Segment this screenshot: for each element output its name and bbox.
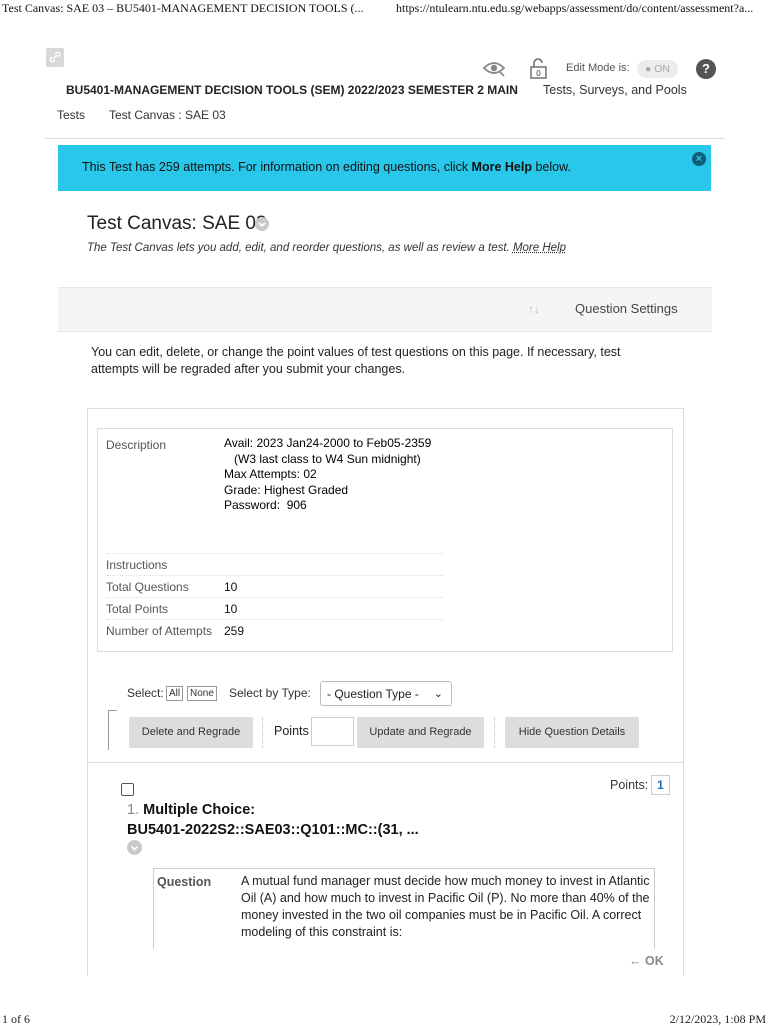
divider [107, 619, 443, 620]
subtitle-more-help-link[interactable]: More Help [513, 242, 566, 254]
info-banner-text: This Test has 259 attempts. For informat… [82, 160, 571, 174]
chain-link-icon[interactable] [46, 48, 64, 67]
points-input[interactable] [311, 717, 354, 746]
select-by-type-label: Select by Type: [229, 686, 311, 700]
select-none-button[interactable]: None [187, 686, 217, 701]
print-header-url: https://ntulearn.ntu.edu.sg/webapps/asse… [396, 1, 754, 15]
intro-text: You can edit, delete, or change the poin… [91, 345, 621, 376]
question-code: BU5401-2022S2::SAE03::Q101::MC::(31, ... [127, 822, 419, 838]
print-header-title: Test Canvas: SAE 03 – BU5401-MANAGEMENT … [2, 1, 364, 15]
description-text: Avail: 2023 Jan24-2000 to Feb05-2359 (W3… [224, 436, 432, 512]
question-type-select[interactable]: - Question Type - ⌄ [320, 681, 452, 706]
hide-question-details-button[interactable]: Hide Question Details [505, 717, 639, 748]
divider [107, 597, 443, 598]
question-checkbox[interactable] [121, 783, 134, 796]
divider [107, 575, 443, 576]
back-ok-link[interactable]: ← OK [629, 954, 664, 968]
tests-surveys-pools-link[interactable]: Tests, Surveys, and Pools [543, 83, 687, 97]
question-points-value[interactable]: 1 [651, 775, 670, 795]
edit-mode-toggle[interactable]: ● ON [637, 60, 678, 78]
divider [87, 762, 684, 763]
edit-mode-label: Edit Mode is: [566, 62, 630, 74]
question-points-label: Points: [610, 778, 649, 792]
eye-icon[interactable] [482, 58, 506, 83]
more-help-link[interactable]: More Help [472, 160, 532, 174]
instructions-label: Instructions [106, 558, 168, 572]
total-questions-label: Total Questions [106, 580, 189, 594]
divider [87, 762, 88, 976]
page-title: Test Canvas: SAE 03 [87, 213, 267, 234]
total-points-label: Total Points [106, 602, 169, 616]
delete-and-regrade-button[interactable]: Delete and Regrade [129, 717, 253, 748]
attempts-label: Number of Attempts [106, 624, 213, 638]
select-all-button[interactable]: All [166, 686, 184, 701]
breadcrumb-current: Test Canvas : SAE 03 [109, 108, 226, 122]
course-title[interactable]: BU5401-MANAGEMENT DECISION TOOLS (SEM) 2… [66, 83, 518, 97]
print-footer-datetime: 2/12/2023, 1:08 PM [669, 1012, 766, 1026]
page-subtitle: The Test Canvas lets you add, edit, and … [87, 242, 567, 254]
edit-mode-value: ON [654, 63, 670, 75]
divider [262, 717, 263, 748]
divider [494, 717, 495, 748]
update-and-regrade-button[interactable]: Update and Regrade [357, 717, 484, 748]
chevron-down-icon[interactable] [255, 217, 269, 231]
select-label: Select: [127, 686, 164, 700]
lock-badge: 0 [536, 69, 541, 78]
divider [107, 553, 443, 554]
chevron-down-icon[interactable] [127, 840, 142, 855]
help-icon[interactable]: ? [696, 59, 716, 79]
question-type: Multiple Choice: [143, 802, 256, 818]
question-settings-button[interactable]: Question Settings [575, 301, 678, 316]
question-field-label: Question [157, 875, 212, 889]
question-number: 1. [127, 802, 140, 818]
attempts-value: 259 [224, 624, 245, 638]
question-title: 1. Multiple Choice: BU5401-2022S2::SAE03… [127, 800, 419, 840]
question-type-value: - Question Type - [327, 687, 419, 701]
total-questions-value: 10 [224, 580, 238, 594]
bracket-arrow-icon [108, 710, 121, 750]
divider [45, 138, 725, 139]
question-text: A mutual fund manager must decide how mu… [241, 874, 650, 939]
close-icon[interactable]: × [692, 152, 706, 166]
divider [683, 762, 684, 976]
print-footer-page: 1 of 6 [2, 1012, 30, 1026]
unlock-icon[interactable]: 0 [529, 58, 549, 85]
sort-icon[interactable]: ↑↓ [528, 302, 540, 316]
chevron-down-icon: ⌄ [433, 688, 443, 700]
total-points-value: 10 [224, 602, 238, 616]
breadcrumb-tests[interactable]: Tests [57, 108, 85, 122]
description-label: Description [106, 438, 167, 452]
points-label: Points [274, 724, 309, 738]
